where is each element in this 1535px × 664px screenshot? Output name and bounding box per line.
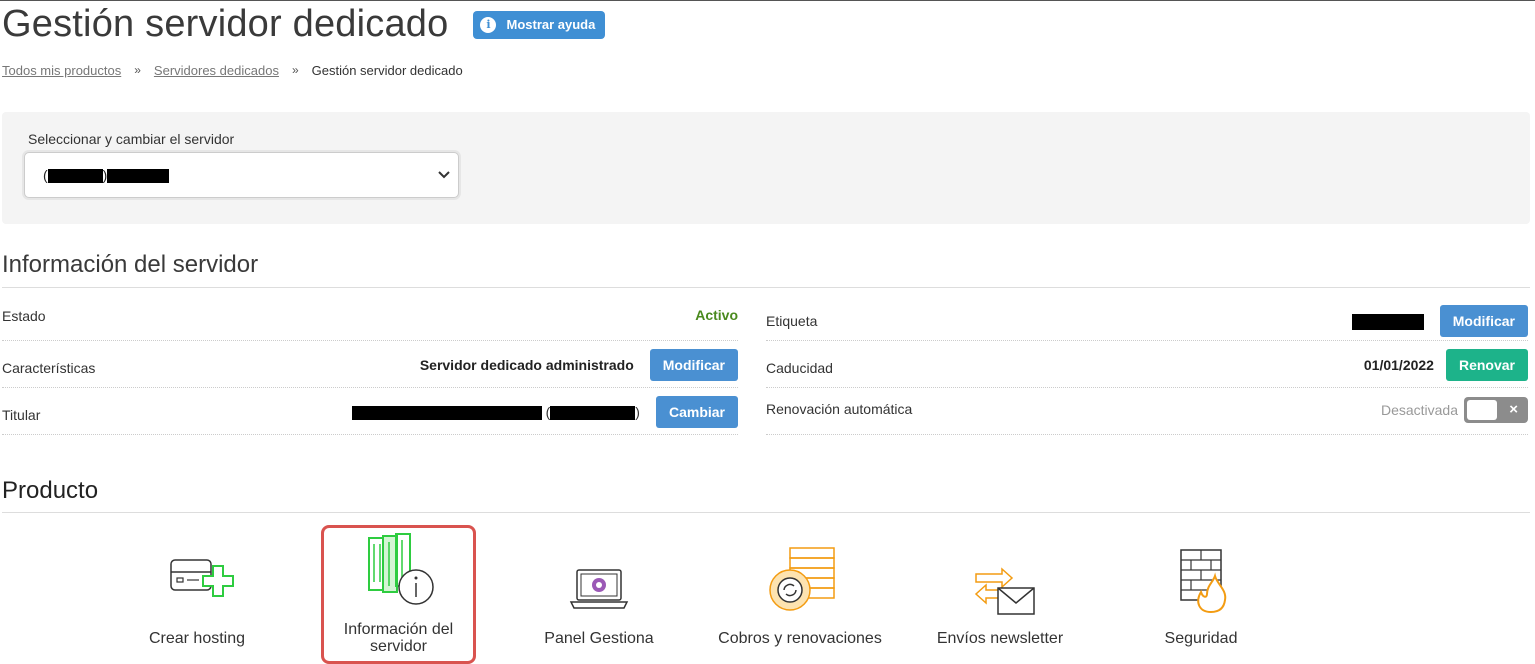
server-plus-icon [122, 528, 272, 618]
auto-renew-label: Renovación automática [766, 401, 913, 417]
info-row-tag: Etiqueta Modificar [766, 295, 1528, 341]
close-icon: × [1509, 401, 1518, 418]
modify-features-button[interactable]: Modificar [649, 349, 738, 381]
server-select-dropdown[interactable]: () [24, 152, 459, 198]
modify-tag-button[interactable]: Modificar [1439, 305, 1528, 337]
tag-value [1351, 312, 1424, 330]
product-grid: Crear hosting Información del servidor P… [0, 520, 1535, 664]
product-label: Seguridad [1164, 630, 1238, 647]
title-row: Gestión servidor dedicado i Mostrar ayud… [2, 3, 606, 46]
features-value: Servidor dedicado administrado [419, 357, 634, 373]
server-selector-panel: Seleccionar y cambiar el servidor () [2, 112, 1530, 224]
server-info-icon [324, 528, 473, 610]
info-icon: i [480, 16, 497, 33]
coins-renew-icon [700, 528, 900, 618]
holder-label: Titular [2, 407, 41, 423]
page-title: Gestión servidor dedicado [2, 3, 449, 45]
tag-label: Etiqueta [766, 313, 818, 329]
renew-button[interactable]: Renovar [1445, 349, 1528, 381]
divider [2, 287, 1530, 288]
divider [2, 512, 1530, 513]
show-help-label: Mostrar ayuda [506, 17, 596, 32]
holder-value: () [351, 404, 640, 421]
status-value: Activo [695, 307, 738, 323]
server-info-title: Información del servidor [2, 251, 259, 278]
server-selector-label: Seleccionar y cambiar el servidor [28, 131, 235, 147]
product-label: Panel Gestiona [544, 630, 654, 647]
toggle-knob [1467, 400, 1497, 420]
product-newsletter[interactable]: Envíos newsletter [918, 528, 1082, 647]
product-create-hosting[interactable]: Crear hosting [122, 528, 272, 647]
product-label: Cobros y renovaciones [718, 630, 882, 647]
auto-renew-status: Desactivada [1380, 402, 1458, 418]
features-label: Características [2, 360, 96, 376]
product-server-info[interactable]: Información del servidor [321, 525, 476, 664]
info-row-holder: Titular () Cambiar [2, 389, 738, 435]
chevron-down-icon [438, 167, 450, 182]
breadcrumb-all-products[interactable]: Todos mis productos [2, 63, 121, 78]
firewall-icon [1126, 528, 1276, 618]
product-panel-gestiona[interactable]: Panel Gestiona [524, 528, 674, 647]
change-holder-button[interactable]: Cambiar [655, 396, 738, 428]
auto-renew-toggle[interactable]: × [1464, 397, 1528, 423]
info-row-auto-renew: Renovación automática Desactivada × [766, 389, 1528, 435]
product-billing-renewals[interactable]: Cobros y renovaciones [700, 528, 900, 647]
top-border [0, 0, 1535, 1]
breadcrumb-dedicated-servers[interactable]: Servidores dedicados [154, 63, 279, 78]
expiry-value: 01/01/2022 [1363, 357, 1434, 373]
status-label: Estado [2, 308, 46, 324]
product-label: Información del servidor [343, 621, 454, 655]
info-row-features: Características Servidor dedicado admini… [2, 342, 738, 388]
product-label: Crear hosting [148, 630, 246, 647]
info-row-status: Estado Activo [2, 295, 738, 341]
breadcrumb: Todos mis productos » Servidores dedicad… [2, 63, 463, 78]
breadcrumb-current: Gestión servidor dedicado [311, 63, 463, 78]
product-title: Producto [2, 477, 99, 504]
newsletter-icon [918, 528, 1082, 618]
server-select-value: () [43, 167, 170, 184]
breadcrumb-separator: » [134, 63, 141, 77]
expiry-label: Caducidad [766, 360, 833, 376]
product-label: Envíos newsletter [936, 630, 1064, 647]
laptop-panel-icon [524, 528, 674, 618]
show-help-button[interactable]: i Mostrar ayuda [473, 10, 606, 39]
breadcrumb-separator: » [291, 63, 299, 77]
product-security[interactable]: Seguridad [1126, 528, 1276, 647]
info-row-expiry: Caducidad 01/01/2022 Renovar [766, 342, 1528, 388]
